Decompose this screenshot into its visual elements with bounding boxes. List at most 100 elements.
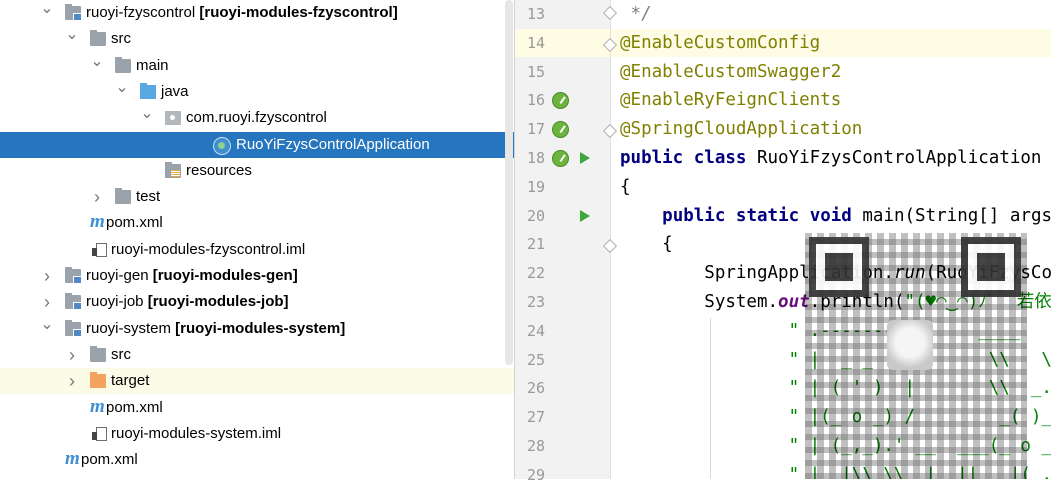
chevron-down-icon[interactable]: ⌄ (65, 26, 79, 52)
package-icon (165, 111, 181, 126)
avatar-image (887, 320, 933, 370)
tree-item[interactable]: ⌄ src (0, 26, 514, 52)
code-token: public (620, 148, 684, 168)
tree-item[interactable]: › ruoyi-gen [ruoyi-modules-gen] (0, 263, 514, 289)
tree-item[interactable]: resources (0, 158, 514, 184)
tree-item-name: src (111, 345, 131, 363)
code-token: { (620, 234, 673, 255)
tree-item-label: test (136, 184, 160, 210)
code-token: public (662, 205, 726, 226)
tree-item[interactable]: RuoYiFzysControlApplication (0, 131, 514, 158)
line-number: 23 (526, 293, 545, 311)
line-number: 16 (526, 91, 545, 110)
line-number: 26 (526, 379, 545, 398)
module-folder-icon (65, 319, 82, 337)
code-line[interactable]: @EnableRyFeignClients (620, 86, 841, 114)
tree-item-name: pom.xml (81, 451, 138, 469)
tree-item-label: ruoyi-job [ruoyi-modules-job] (86, 289, 289, 315)
tree-item[interactable]: ruoyi-modules-system.iml (0, 421, 514, 447)
tree-item[interactable]: m pom.xml (0, 210, 514, 236)
line-number: 15 (526, 62, 545, 81)
tree-item[interactable]: ruoyi-modules-fzyscontrol.iml (0, 237, 514, 263)
tree-item-name: pom.xml (106, 214, 163, 232)
line-number: 17 (526, 120, 545, 139)
tree-item-name: src (111, 30, 131, 48)
folder-icon (115, 56, 131, 73)
tree-item[interactable]: ⌄ java (0, 79, 514, 105)
tree-item[interactable]: › src (0, 342, 514, 368)
tree-item[interactable]: › target (0, 368, 514, 395)
line-number: 13 (526, 5, 545, 23)
code-token: static (735, 205, 800, 226)
tree-item-name: ruoyi-job (86, 293, 144, 311)
chevron-down-icon[interactable]: ⌄ (115, 79, 129, 105)
tree-item[interactable]: m pom.xml (0, 447, 514, 473)
tree-item-module-name: [ruoyi-modules-gen] (148, 267, 298, 284)
chevron-down-icon[interactable]: ⌄ (40, 316, 54, 342)
code-line[interactable]: @SpringCloudApplication (620, 115, 862, 143)
chevron-right-icon[interactable]: › (90, 184, 104, 210)
tree-scrollbar[interactable] (505, 0, 513, 365)
code-line[interactable]: */ (620, 0, 652, 28)
tree-item-label: main (136, 53, 169, 79)
tree-item-module-name: [ruoyi-modules-job] (143, 293, 289, 311)
module-folder-icon (65, 267, 82, 284)
resources-folder-icon (165, 161, 181, 178)
tree-item[interactable]: › ruoyi-job [ruoyi-modules-job] (0, 289, 514, 315)
line-number: 20 (526, 206, 545, 225)
tree-item-module-name: [ruoyi-modules-fzyscontrol] (195, 4, 398, 21)
line-number: 28 (526, 437, 545, 455)
line-number: 22 (526, 264, 545, 283)
code-line[interactable]: public static void main(String[] args) (620, 202, 1051, 230)
chevron-right-icon[interactable]: › (40, 289, 54, 315)
tree-item[interactable]: m pom.xml (0, 395, 514, 421)
run-icon[interactable] (580, 152, 590, 164)
qr-finder-pattern (961, 237, 1021, 297)
tree-item-label: target (111, 368, 149, 394)
chevron-right-icon[interactable]: › (65, 342, 79, 368)
tree-item-name: ruoyi-gen (86, 267, 149, 284)
tree-item-label: pom.xml (106, 210, 163, 236)
code-token: @EnableRyFeignClients (620, 90, 842, 111)
chevron-right-icon[interactable]: › (65, 368, 79, 394)
code-token: @EnableCustomConfig (620, 32, 821, 53)
code-line[interactable]: @EnableCustomConfig (620, 29, 820, 57)
tree-item-name: pom.xml (106, 398, 163, 416)
code-token: RuoYiFzysControlApplication (746, 148, 1042, 168)
tree-item-name: ruoyi-modules-fzyscontrol.iml (111, 240, 306, 258)
code-line[interactable]: public class RuoYiFzysControlApplication (620, 144, 1041, 172)
tree-item-name: test (136, 188, 161, 206)
line-number: 24 (526, 321, 545, 340)
tree-item-label: ruoyi-gen [ruoyi-modules-gen] (86, 263, 298, 289)
tree-item-name: java (161, 82, 189, 100)
tree-item[interactable]: ⌄ main (0, 53, 514, 79)
module-folder-icon (65, 4, 82, 21)
tree-item[interactable]: ⌄ ruoyi-system [ruoyi-modules-system] (0, 316, 514, 342)
folder-icon (115, 188, 131, 205)
chevron-down-icon[interactable]: ⌄ (140, 105, 154, 131)
chevron-down-icon[interactable]: ⌄ (90, 53, 104, 79)
project-tree[interactable]: ⌄ ruoyi-fzyscontrol [ruoyi-modules-fzysco… (0, 0, 514, 479)
code-line[interactable]: { (620, 173, 631, 201)
indent-guide (710, 318, 711, 479)
tree-item-module-name: [ruoyi-modules-system] (171, 319, 346, 337)
tree-item-label: ruoyi-modules-system.iml (111, 421, 281, 447)
tree-item-name: RuoYiFzysControlApplication (236, 135, 430, 153)
run-icon[interactable] (580, 209, 590, 222)
tree-item[interactable]: ⌄ ruoyi-fzyscontrol [ruoyi-modules-fzysco… (0, 0, 514, 26)
spring-bean-icon[interactable] (552, 150, 569, 167)
tree-item[interactable]: ⌄ com.ruoyi.fzyscontrol (0, 105, 514, 131)
chevron-right-icon[interactable]: › (40, 263, 54, 289)
tree-item-label: resources (186, 158, 252, 184)
folder-icon (90, 345, 106, 362)
code-line[interactable]: @EnableCustomSwagger2 (620, 58, 841, 86)
tree-item-label: ruoyi-fzyscontrol [ruoyi-modules-fzyscon… (86, 0, 398, 26)
line-number: 14 (526, 33, 545, 52)
chevron-down-icon[interactable]: ⌄ (40, 0, 54, 26)
spring-boot-class-icon (213, 136, 231, 155)
code-token: System. (620, 292, 779, 312)
code-line[interactable]: { (620, 230, 673, 258)
tree-item[interactable]: › test (0, 184, 514, 210)
